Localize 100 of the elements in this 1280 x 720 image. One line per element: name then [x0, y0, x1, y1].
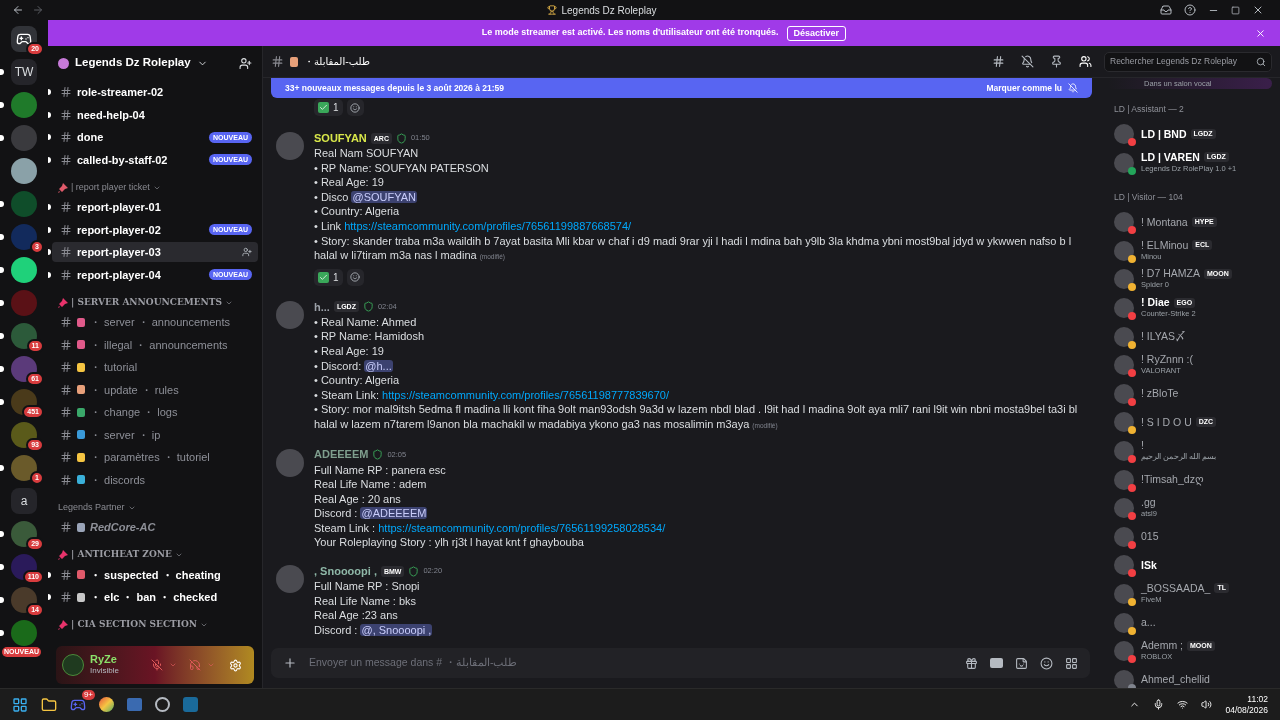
discord-home-button[interactable] [11, 26, 37, 52]
message-input[interactable]: Envoyer un message dans # ・طلب-المقابلة [309, 655, 953, 671]
maximize-icon[interactable] [1231, 5, 1240, 15]
member-name: Ademm ; [1141, 640, 1183, 652]
add-reaction-button[interactable] [346, 268, 364, 286]
author-name[interactable]: , Snoooopi , [314, 562, 377, 580]
inbox-icon[interactable] [1160, 4, 1172, 16]
search-field[interactable]: Rechercher Legends Dz Roleplay [1104, 51, 1272, 72]
member-row[interactable]: lSk [1108, 551, 1272, 580]
volume-icon[interactable] [1201, 699, 1213, 710]
server-name[interactable]: Legends Dz Roleplay [75, 54, 191, 72]
emoji-icon[interactable] [1040, 656, 1053, 670]
reaction-button[interactable]: 1 [314, 99, 343, 116]
server-icon[interactable]: a [11, 488, 37, 514]
add-reaction-button[interactable] [346, 99, 364, 116]
mention[interactable]: @, Snoooopi , [360, 623, 433, 636]
server-icon[interactable] [11, 158, 37, 184]
mention[interactable]: @h... [364, 359, 393, 372]
link[interactable]: https://steamcommunity.com/profiles/76561198777839670/ [382, 388, 670, 401]
link[interactable]: https://steamcommunity.com/profiles/76561199887668574/ [344, 219, 632, 232]
notifications-icon[interactable] [1021, 55, 1034, 68]
server-icon[interactable] [11, 587, 37, 613]
gif-icon[interactable] [990, 658, 1003, 668]
server-icon[interactable] [11, 257, 37, 283]
apps-icon[interactable] [1065, 656, 1078, 670]
channel-item[interactable]: role-streamer-02 [52, 82, 258, 103]
member-row[interactable]: !Timsah_dzღ [1108, 465, 1272, 494]
channel-item[interactable]: ・ elc ・ ban ・ checked [52, 587, 258, 608]
attach-icon[interactable] [283, 656, 297, 670]
pin-icon[interactable] [1050, 55, 1063, 68]
badge-icon [408, 565, 420, 577]
back-icon[interactable] [12, 4, 24, 16]
invite-icon[interactable] [239, 56, 252, 70]
channel-item[interactable]: need-help-04 [52, 104, 258, 125]
mention[interactable]: @ADEEEEM [360, 507, 428, 520]
gift-icon[interactable] [965, 656, 978, 670]
message-composer[interactable]: Envoyer un message dans # ・طلب-المقابلة [271, 648, 1090, 678]
disable-button[interactable]: Désactiver [786, 25, 847, 41]
hash-icon [60, 246, 72, 259]
sticker-icon[interactable] [1015, 656, 1028, 670]
member-name: ! zBloTe [1141, 388, 1179, 400]
member-row[interactable]: ! ILYAS〆 [1108, 322, 1272, 351]
channel-item[interactable]: ・ change ・ logs [52, 402, 258, 423]
mention[interactable]: @SOUFYAN [351, 190, 417, 203]
channel-item[interactable]: report-player-01 [52, 197, 258, 218]
server-icon[interactable] [11, 323, 37, 349]
channel-item[interactable]: ・ server ・ announcements [52, 312, 258, 333]
author-name[interactable]: ADEEEEM [314, 446, 369, 463]
hash-icon [60, 86, 72, 99]
close-icon[interactable] [1252, 4, 1264, 16]
category-label[interactable]: | CIA SECTION SECTION [71, 618, 198, 632]
microphone-icon[interactable] [1153, 699, 1165, 710]
reaction-button[interactable]: 1 [314, 268, 343, 286]
link[interactable]: https://steamcommunity.com/profiles/76561199258028534/ [378, 521, 666, 534]
close-icon[interactable] [1255, 27, 1266, 39]
message-line: Real Nam SOUFYAN [314, 146, 420, 161]
member-row[interactable]: a... [1108, 608, 1272, 637]
member-row[interactable]: ! zBloTe [1108, 379, 1272, 409]
help-icon[interactable] [1184, 4, 1196, 16]
category-label[interactable]: Legends Partner [58, 500, 125, 515]
settings-icon[interactable] [229, 658, 242, 672]
new-messages-bar[interactable]: 33+ nouveaux messages depuis le 3 août 2026 à 21:59 Marquer comme lu [271, 78, 1092, 98]
recorder-icon[interactable] [155, 697, 170, 712]
user-avatar[interactable] [62, 654, 84, 676]
message-line: Full Name RP : Snopi [314, 579, 421, 594]
channel-item[interactable]: ・ update ・ rules [52, 379, 258, 400]
message-line: Real Life Name : adem [314, 477, 428, 492]
mute-icon[interactable] [151, 659, 163, 671]
mark-read-link[interactable]: Marquer comme lu [986, 81, 1062, 95]
channel-item[interactable]: report-player-03 [52, 242, 258, 263]
windows-start-icon[interactable] [12, 696, 28, 713]
channel-item[interactable]: ・ paramètres ・ tutoriel [52, 447, 258, 468]
category-label[interactable]: | report player ticket [71, 180, 150, 195]
server-icon[interactable] [11, 554, 37, 580]
channel-item[interactable]: ・ illegal ・ announcements [52, 334, 258, 355]
server-icon[interactable] [11, 356, 37, 382]
channel-item[interactable]: ・ discords [52, 469, 258, 490]
invite-icon[interactable] [242, 247, 252, 258]
category-label[interactable]: | SERVER ANNOUNCEMENTS [71, 295, 222, 310]
channel-item[interactable]: ・ tutorial [52, 357, 258, 378]
file-explorer-icon[interactable] [41, 696, 57, 713]
server-icon[interactable] [11, 422, 37, 448]
author-name[interactable]: SOUFYAN [314, 129, 367, 147]
channel-item[interactable]: ・ server ・ ip [52, 424, 258, 445]
threads-icon[interactable] [992, 55, 1005, 68]
members-icon[interactable] [1079, 55, 1092, 68]
member-avatar [1114, 526, 1134, 547]
message-line: Discord : @, Snoooopi , [314, 622, 434, 638]
channel-name: ・ discords [90, 472, 146, 488]
channel-item[interactable]: RedCore-AC [52, 517, 258, 538]
browser-icon[interactable] [99, 697, 114, 712]
channel-name: ・ server ・ ip [90, 427, 161, 443]
server-icon[interactable] [11, 521, 37, 547]
network-icon[interactable] [1177, 699, 1189, 710]
server-icon[interactable]: TW [11, 59, 37, 85]
category-label[interactable]: | ANTICHEAT ZONE [71, 548, 172, 562]
channel-item[interactable]: ・ suspected ・ cheating [52, 564, 258, 585]
member-row[interactable]: 015 [1108, 522, 1272, 552]
banner-text: Le mode streamer est activé. Les noms d'utilisateur ont été tronqués. [481, 26, 779, 40]
author-name[interactable]: h... [314, 298, 330, 315]
